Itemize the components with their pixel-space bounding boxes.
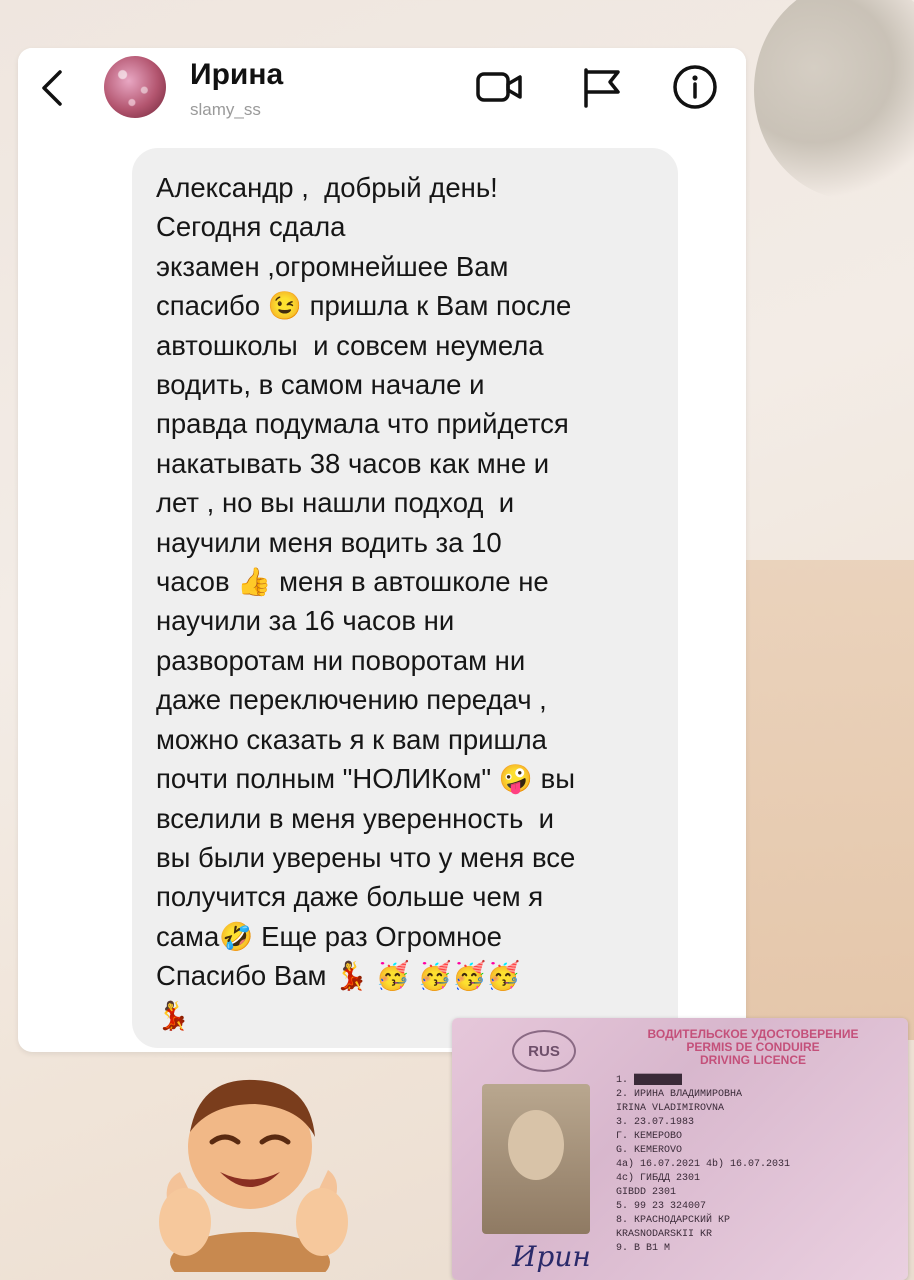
chevron-left-icon [42,70,62,106]
driving-licence-photo: RUS ВОДИТЕЛЬСКОЕ УДОСТОВЕРЕНИЕ PERMIS DE… [452,1018,908,1280]
contact-name[interactable]: Ирина [190,58,283,92]
video-camera-icon [476,72,522,102]
licence-portrait [482,1084,590,1234]
back-button[interactable] [36,68,68,108]
report-button[interactable] [578,62,628,112]
info-icon [673,65,717,109]
info-button[interactable] [670,62,720,112]
background-panel [734,560,914,1040]
avatar[interactable] [104,56,166,118]
video-call-button[interactable] [474,62,524,112]
flag-icon [584,68,620,108]
message-text: Александр , добрый день! Сегодня сдала э… [156,172,576,1031]
chat-header: Ирина slamy_ss [18,48,746,138]
licence-fields: 1. ████████ 2. ИРИНА ВЛАДИМИРОВНА IRINA … [616,1075,791,1254]
licence-country-badge: RUS [512,1030,576,1072]
background-leaf [754,0,914,200]
chat-screen: Ирина slamy_ss Александр , добрый день! … [18,48,746,1052]
licence-signature: Ирин [512,1240,591,1273]
contact-username[interactable]: slamy_ss [190,100,261,120]
licence-title: ВОДИТЕЛЬСКОЕ УДОСТОВЕРЕНИЕ PERMIS DE CON… [647,1027,859,1067]
memoji-sticker [159,1079,348,1272]
